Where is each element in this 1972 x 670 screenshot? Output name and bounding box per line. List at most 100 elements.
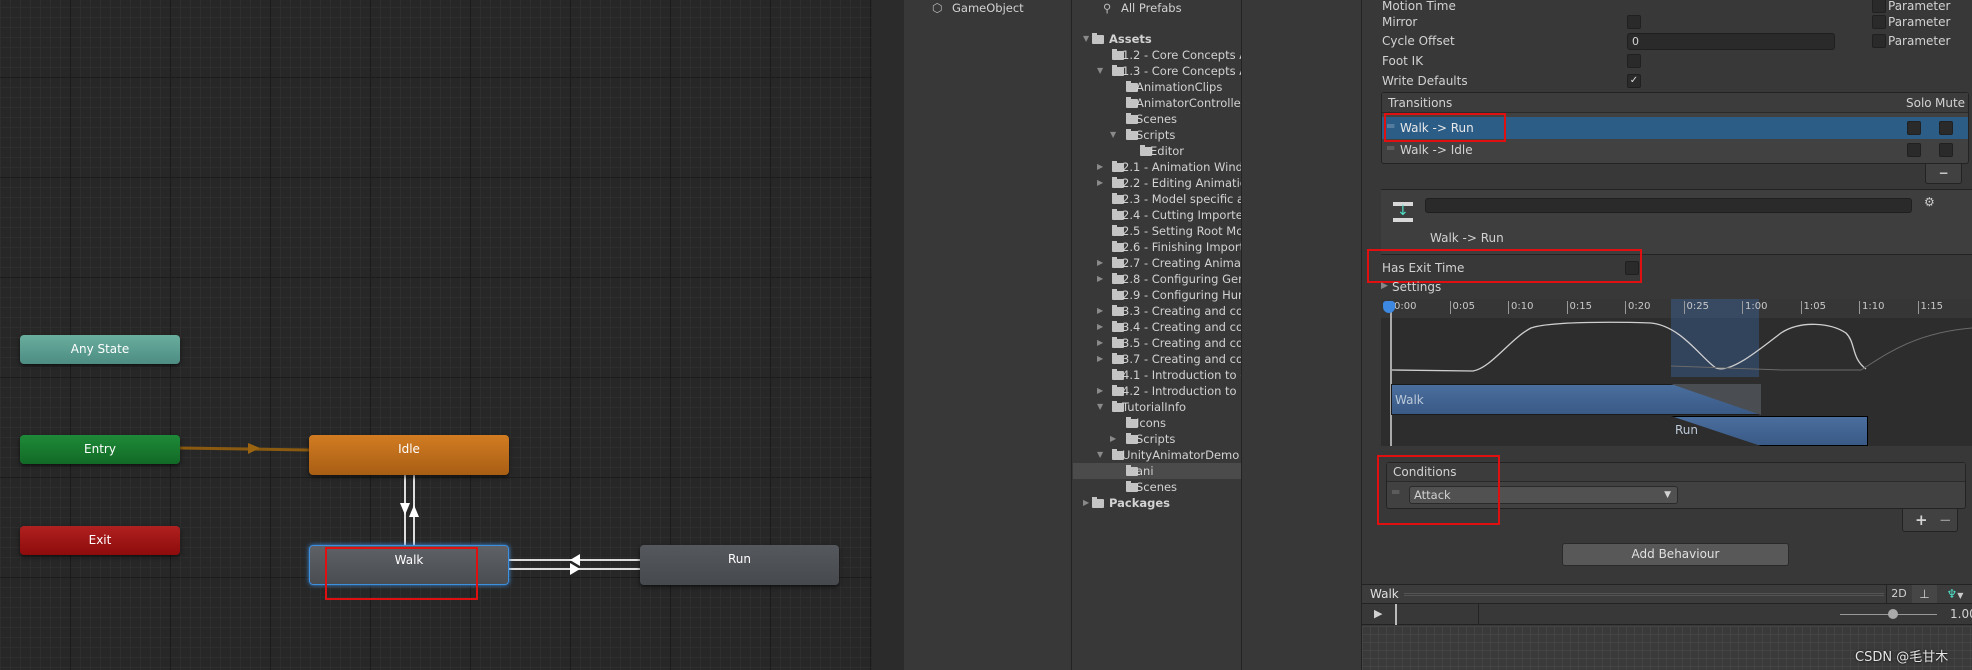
remove-transition-button[interactable]: − [1925,164,1962,184]
preview-controls: ▶ 1.00 [1362,604,1972,625]
avatar-icon[interactable]: ♆▼ [1940,585,1970,603]
add-condition-button[interactable]: + [1915,511,1928,529]
project-tree-item[interactable]: 2.6 - Finishing Import [1073,239,1241,255]
project-tree-item[interactable]: AnimatorControllers [1073,95,1241,111]
settings-expand-arrow-icon[interactable]: ▶ [1381,281,1388,291]
project-tree-item[interactable]: Scenes [1073,111,1241,127]
panel-divider [872,0,904,670]
motion-time-parameter-checkbox[interactable] [1872,0,1886,13]
transition-timeline[interactable]: 0:00 0:05 0:10 0:15 0:20 0:25 1:00 1:05 1:10 1:15… [1381,299,1972,446]
walk-run-highlight-box [1384,113,1506,142]
solo-checkbox[interactable] [1907,121,1921,135]
project-tree-item[interactable]: 2.3 - Model specific a [1073,191,1241,207]
preview-title: Walk [1370,587,1399,601]
mute-checkbox[interactable] [1939,121,1953,135]
conditions-highlight-box [1377,455,1500,525]
watermark: CSDN @毛甘木 [1855,650,1949,665]
collapsed-arrow-icon[interactable]: ▶ [1097,159,1103,175]
project-tree-item[interactable]: ▶ 2.8 - Configuring Gen [1073,271,1241,287]
project-tree-item[interactable]: AnimationClips [1073,79,1241,95]
transition-name-label: Walk -> Run [1430,231,1504,245]
collapsed-arrow-icon[interactable]: ▶ [1097,319,1103,335]
write-defaults-checkbox[interactable]: ✓ [1627,74,1641,88]
run-node[interactable]: Run [640,545,839,585]
project-tree-item[interactable]: 4.1 - Introduction to g [1073,367,1241,383]
speed-slider[interactable] [1840,609,1937,619]
entry-node[interactable]: Entry [20,435,180,464]
animator-graph[interactable]: Any State Entry Exit Idle Walk Run [0,0,872,670]
timeline-tick-label: 1:10 [1859,301,1884,314]
project-tree-item[interactable]: ▶ Packages [1073,495,1241,511]
expanded-arrow-icon[interactable]: ▼ [1110,127,1116,143]
collapsed-arrow-icon[interactable]: ▶ [1097,303,1103,319]
playhead-marker-icon[interactable] [1383,301,1395,313]
add-behaviour-button[interactable]: Add Behaviour [1562,543,1789,566]
project-tree-item[interactable]: ▼ 1.3 - Core Concepts A [1073,63,1241,79]
project-tree-item[interactable]: ▶ 3.7 - Creating and co [1073,351,1241,367]
playhead[interactable] [1390,303,1392,446]
project-tree-item[interactable]: ▼ Scripts [1073,127,1241,143]
project-tree-item[interactable]: ▶ 3.3 - Creating and co [1073,303,1241,319]
solo-checkbox[interactable] [1907,143,1921,157]
collapsed-arrow-icon[interactable]: ▶ [1097,351,1103,367]
project-tree-item[interactable]: ▼ TutorialInfo [1073,399,1241,415]
project-tree-item[interactable]: Icons [1073,415,1241,431]
speed-slider-knob[interactable] [1888,609,1899,619]
project-tree-label: 3.5 - Creating and co [1122,336,1242,350]
cycle-offset-parameter-checkbox[interactable] [1872,34,1886,48]
collapsed-arrow-icon[interactable]: ▶ [1097,255,1103,271]
project-tree-item[interactable]: ▼ UnityAnimatorDemo [1073,447,1241,463]
project-tree-item[interactable]: ▶ 3.5 - Creating and co [1073,335,1242,351]
expanded-arrow-icon[interactable]: ▼ [1097,447,1103,463]
gear-icon[interactable]: ⚙ [1924,195,1935,209]
expanded-arrow-icon[interactable]: ▼ [1083,31,1089,47]
mute-checkbox[interactable] [1939,143,1953,157]
project-tree-label: Scripts [1136,128,1176,142]
pivot-icon[interactable]: ⊥ [1912,585,1937,603]
source-fade-out [1671,384,1761,415]
2d-toggle-button[interactable]: 2D [1886,585,1911,603]
collapsed-arrow-icon[interactable]: ▶ [1097,335,1103,351]
project-tree-item[interactable]: ▶ 4.2 - Introduction to H [1073,383,1241,399]
project-tree-item[interactable]: ani [1073,463,1241,479]
mirror-parameter-checkbox[interactable] [1872,15,1886,29]
project-tree-item[interactable]: 1.2 - Core Concepts A [1073,47,1241,63]
foot-ik-label: Foot IK [1382,54,1424,68]
collapsed-arrow-icon[interactable]: ▶ [1097,175,1103,191]
project-tree-item[interactable]: ▼ Assets [1073,31,1241,47]
project-tree-item[interactable]: Scenes [1073,479,1241,495]
collapsed-arrow-icon[interactable]: ▶ [1097,383,1103,399]
collapsed-arrow-icon[interactable]: ▶ [1110,431,1116,447]
project-tree-item[interactable]: ▶ 2.2 - Editing Animation [1073,175,1241,191]
collapsed-arrow-icon[interactable]: ▶ [1083,495,1089,511]
hierarchy-panel: ⬡ GameObject [904,0,1072,670]
drag-bar[interactable] [1404,593,1884,596]
project-tree-item[interactable]: 2.5 - Setting Root Mo [1073,223,1241,239]
any-state-node[interactable]: Any State [20,335,180,364]
transition-row-walk-idle[interactable]: ═ Walk -> Idle [1382,140,1968,162]
remove-condition-button[interactable]: − [1939,511,1952,529]
project-tree-item[interactable]: 2.4 - Cutting Imported [1073,207,1241,223]
transition-name-input[interactable] [1425,198,1912,213]
idle-node[interactable]: Idle [309,435,509,475]
timeline-tick-label: 0:10 [1508,301,1533,314]
settings-foldout[interactable]: Settings [1392,280,1441,294]
project-tree-item[interactable]: Editor [1073,143,1241,159]
mirror-checkbox[interactable] [1627,15,1641,29]
project-tree-item[interactable]: ▶ 2.7 - Creating Animat [1073,255,1241,271]
collapsed-arrow-icon[interactable]: ▶ [1097,271,1103,287]
project-tree-item[interactable]: ▶ 2.1 - Animation Window [1073,159,1241,175]
project-tree-item[interactable]: ▶ Scripts [1073,431,1241,447]
project-tree-item[interactable]: ▶ 3.4 - Creating and co [1073,319,1241,335]
project-tree-item[interactable]: 2.9 - Configuring Hum [1073,287,1241,303]
project-tree-label: Editor [1150,144,1185,158]
project-tree-label: ani [1136,464,1154,478]
expanded-arrow-icon[interactable]: ▼ [1097,399,1103,415]
expanded-arrow-icon[interactable]: ▼ [1097,63,1103,79]
project-tree-label: Scripts [1136,432,1176,446]
preview-playhead[interactable] [1395,604,1397,625]
play-icon[interactable]: ▶ [1374,607,1382,620]
exit-node[interactable]: Exit [20,526,180,555]
foot-ik-checkbox[interactable] [1627,54,1641,68]
cycle-offset-input[interactable]: 0 [1627,33,1835,50]
